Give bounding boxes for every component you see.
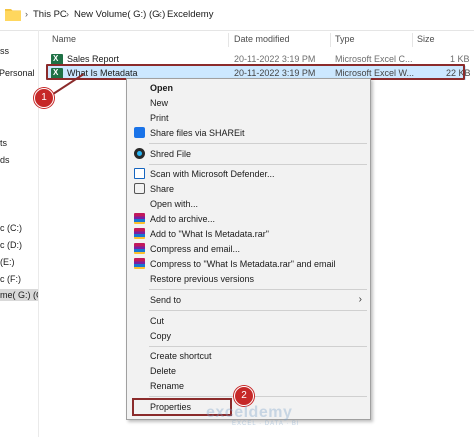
- breadcrumb-new-volume[interactable]: New Volume( G:) (G:): [74, 9, 165, 20]
- breadcrumb-this-pc[interactable]: This PC: [33, 9, 67, 20]
- shred-icon: [134, 148, 145, 159]
- menu-item-delete[interactable]: Delete: [127, 364, 370, 378]
- file-date: 20-11-2022 3:19 PM: [234, 54, 316, 64]
- watermark-subtitle: EXCEL · DATA · BI: [232, 421, 300, 427]
- chevron-right-icon: ›: [25, 9, 28, 19]
- winrar-icon: [134, 213, 145, 224]
- menu-item-copy[interactable]: Copy: [127, 329, 370, 343]
- context-menu: Open New Print Share files via SHAREit S…: [126, 78, 371, 420]
- column-divider[interactable]: [330, 33, 331, 47]
- menu-item-restore-versions[interactable]: Restore previous versions: [127, 272, 370, 286]
- winrar-icon: [134, 243, 145, 254]
- menu-separator: [149, 164, 367, 165]
- menu-item-open[interactable]: Open: [127, 81, 370, 95]
- menu-item-open-with[interactable]: Open with...: [127, 197, 370, 211]
- nav-item-drive-f[interactable]: c (F:): [0, 274, 21, 284]
- menu-item-send-to[interactable]: Send to ›: [127, 293, 370, 307]
- menu-item-compress-rar-email[interactable]: Compress to "What Is Metadata.rar" and e…: [127, 257, 370, 271]
- nav-item[interactable]: ts: [0, 138, 7, 148]
- chevron-right-icon: ›: [158, 9, 161, 19]
- navigation-pane: ss Personal ts ds c (C:) c (D:) (E:) c (…: [0, 30, 39, 437]
- file-size: 1 KB: [450, 54, 470, 64]
- column-divider[interactable]: [228, 33, 229, 47]
- menu-item-new[interactable]: New: [127, 96, 370, 110]
- menu-item-create-shortcut[interactable]: Create shortcut: [127, 349, 370, 363]
- folder-icon: [5, 9, 21, 21]
- winrar-icon: [134, 258, 145, 269]
- menu-item-shred-file[interactable]: Shred File: [127, 147, 370, 161]
- menu-separator: [149, 396, 367, 397]
- menu-item-print[interactable]: Print: [127, 111, 370, 125]
- column-header-date[interactable]: Date modified: [234, 34, 290, 44]
- file-type: Microsoft Excel C...: [335, 54, 413, 64]
- nav-item-drive-d[interactable]: c (D:): [0, 240, 22, 250]
- menu-item-share[interactable]: Share: [127, 182, 370, 196]
- annotation-badge-1: 1: [34, 88, 54, 108]
- menu-item-compress-email[interactable]: Compress and email...: [127, 242, 370, 256]
- menu-separator: [149, 143, 367, 144]
- menu-item-shareit[interactable]: Share files via SHAREit: [127, 126, 370, 140]
- menu-item-cut[interactable]: Cut: [127, 314, 370, 328]
- nav-item-drive-g[interactable]: me( G:) (G: [0, 289, 38, 301]
- column-header-type[interactable]: Type: [335, 34, 355, 44]
- winrar-icon: [134, 228, 145, 239]
- breadcrumb-exceldemy[interactable]: Exceldemy: [167, 9, 213, 20]
- shareit-icon: [134, 127, 145, 138]
- annotation-badge-2: 2: [234, 386, 254, 406]
- menu-separator: [149, 346, 367, 347]
- nav-item[interactable]: ds: [0, 155, 10, 165]
- defender-icon: [134, 168, 145, 179]
- menu-item-add-to-rar[interactable]: Add to "What Is Metadata.rar": [127, 227, 370, 241]
- chevron-right-icon: ›: [358, 294, 362, 305]
- nav-item-drive-c[interactable]: c (C:): [0, 223, 22, 233]
- address-bar[interactable]: › This PC › New Volume( G:) (G:) › Excel…: [0, 0, 474, 31]
- chevron-right-icon: ›: [66, 9, 69, 19]
- column-header-name[interactable]: Name: [52, 34, 76, 44]
- column-header-size[interactable]: Size: [417, 34, 435, 44]
- nav-item-drive-e[interactable]: (E:): [0, 257, 15, 267]
- watermark-logo: exceldemy: [206, 404, 293, 421]
- nav-item-personal[interactable]: Personal: [0, 68, 35, 78]
- menu-separator: [149, 310, 367, 311]
- menu-item-add-to-archive[interactable]: Add to archive...: [127, 212, 370, 226]
- column-divider[interactable]: [412, 33, 413, 47]
- file-name: Sales Report: [67, 54, 120, 64]
- menu-separator: [149, 289, 367, 290]
- share-icon: [134, 183, 145, 194]
- nav-item[interactable]: ss: [0, 46, 9, 56]
- menu-item-scan-defender[interactable]: Scan with Microsoft Defender...: [127, 167, 370, 181]
